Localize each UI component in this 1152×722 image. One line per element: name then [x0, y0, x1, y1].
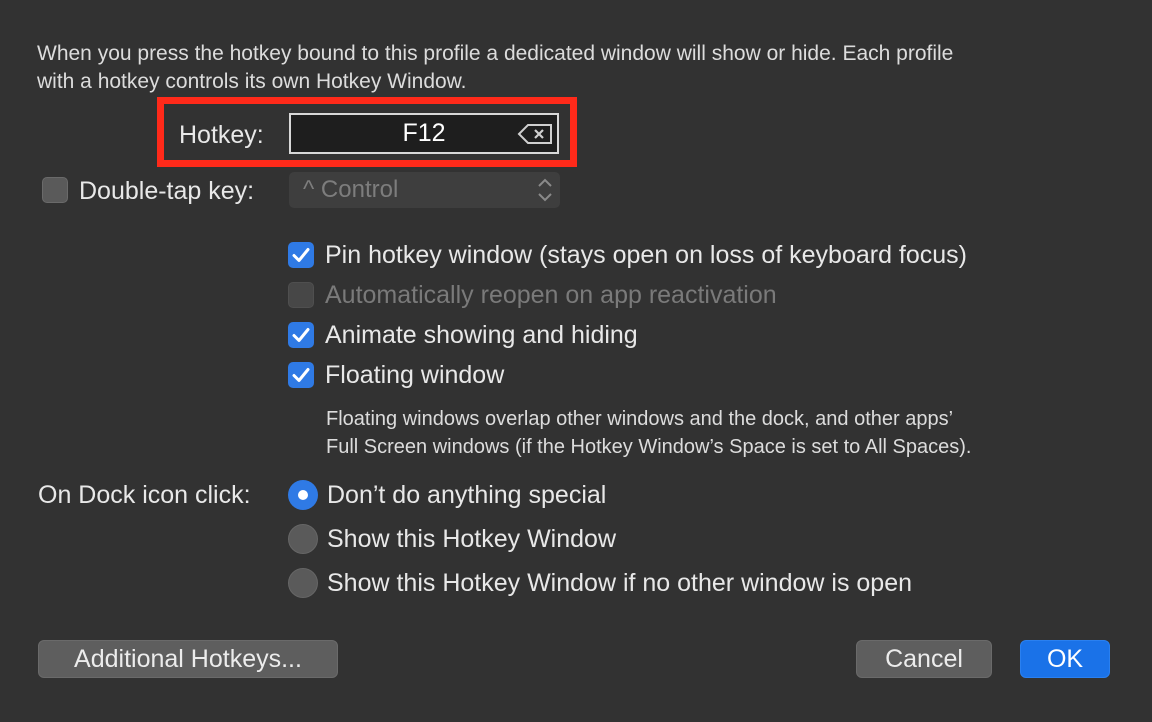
- auto-reopen-label: Automatically reopen on app reactivation: [325, 281, 777, 309]
- updown-chevron-icon: [536, 176, 554, 204]
- double-tap-key-select[interactable]: ^ Control: [289, 172, 560, 208]
- pin-hotkey-window-checkbox[interactable]: [288, 242, 314, 268]
- auto-reopen-checkbox[interactable]: [288, 282, 314, 308]
- checkmark-icon: [292, 248, 310, 262]
- double-tap-checkbox[interactable]: [42, 177, 68, 203]
- radio-dont-do-anything[interactable]: [288, 480, 318, 510]
- dock-click-label: On Dock icon click:: [38, 481, 251, 509]
- hotkey-field[interactable]: F12: [289, 113, 559, 154]
- floating-window-note: Floating windows overlap other windows a…: [326, 405, 971, 461]
- animate-label: Animate showing and hiding: [325, 321, 638, 349]
- checkmark-icon: [292, 328, 310, 342]
- radio-show-hotkey-window-label: Show this Hotkey Window: [327, 525, 617, 553]
- cancel-button[interactable]: Cancel: [856, 640, 992, 678]
- ok-button[interactable]: OK: [1020, 640, 1110, 678]
- checkmark-icon: [292, 368, 310, 382]
- double-tap-selected-value: ^ Control: [303, 176, 399, 203]
- radio-dont-do-anything-label: Don’t do anything special: [327, 481, 607, 509]
- pin-hotkey-window-label: Pin hotkey window (stays open on loss of…: [325, 241, 968, 269]
- intro-text: When you press the hotkey bound to this …: [37, 40, 1117, 96]
- intro-line-2: with a hotkey controls its own Hotkey Wi…: [37, 70, 467, 93]
- animate-checkbox[interactable]: [288, 322, 314, 348]
- intro-line-1: When you press the hotkey bound to this …: [37, 42, 954, 65]
- radio-show-hotkey-window[interactable]: [288, 524, 318, 554]
- hotkey-label: Hotkey:: [179, 121, 264, 149]
- delete-left-icon[interactable]: [515, 119, 555, 149]
- floating-window-label: Floating window: [325, 361, 505, 389]
- radio-dot: [298, 490, 308, 500]
- radio-show-if-no-window-label: Show this Hotkey Window if no other wind…: [327, 569, 913, 597]
- additional-hotkeys-button[interactable]: Additional Hotkeys...: [38, 640, 338, 678]
- hotkey-value: F12: [402, 119, 446, 147]
- floating-window-checkbox[interactable]: [288, 362, 314, 388]
- double-tap-label: Double-tap key:: [79, 177, 255, 205]
- floating-note-line-1: Floating windows overlap other windows a…: [326, 408, 954, 430]
- floating-note-line-2: Full Screen windows (if the Hotkey Windo…: [326, 436, 972, 458]
- radio-show-if-no-window[interactable]: [288, 568, 318, 598]
